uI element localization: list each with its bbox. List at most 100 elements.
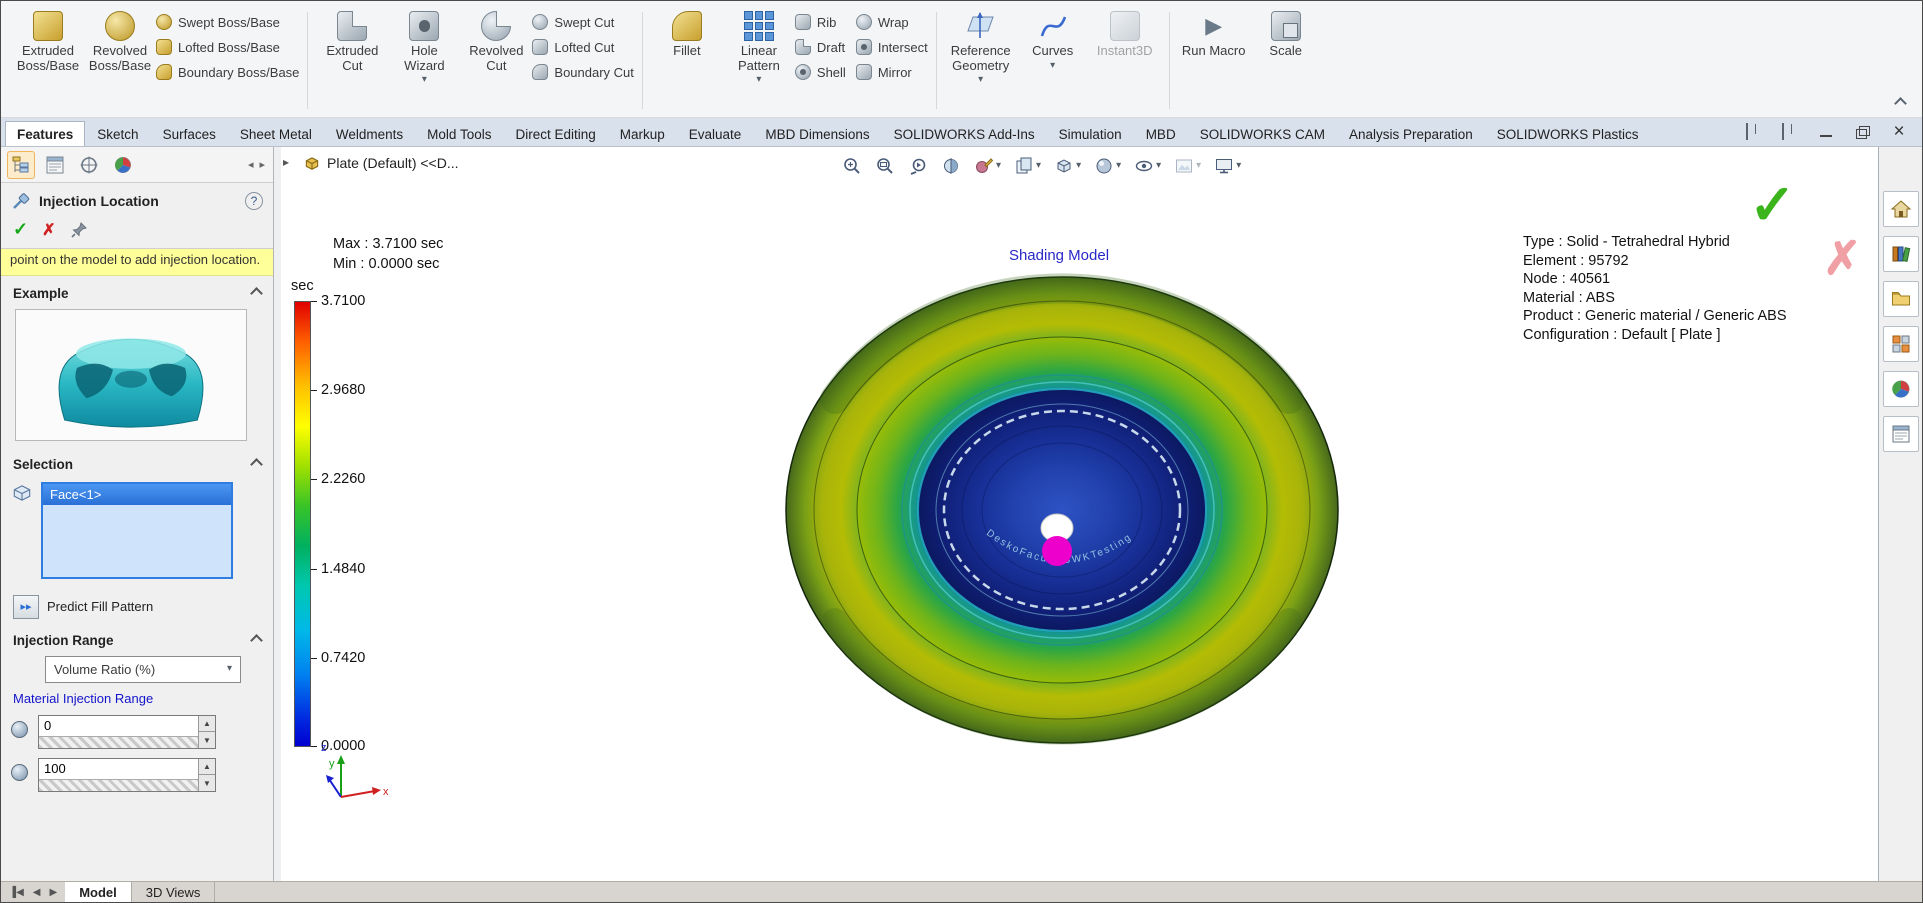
cancel-button[interactable]: ✗ <box>42 220 55 240</box>
range-type-dropdown[interactable]: Volume Ratio (%) ▾ <box>45 655 241 683</box>
revolved-cut-button[interactable]: Revolved Cut <box>460 6 532 75</box>
graphics-viewport[interactable]: DeskoFacultySWKTesting ▸ Plate (Default)… <box>281 147 1878 881</box>
chevron-down-icon[interactable]: ▾ <box>1116 161 1121 171</box>
restore-icon[interactable] <box>1854 124 1872 140</box>
lofted-boss-base-button[interactable]: Lofted Boss/Base <box>156 39 299 55</box>
undock-pane-icon[interactable] <box>1746 123 1748 140</box>
reference-geometry-button[interactable]: Reference Geometry ▾ <box>945 6 1017 86</box>
edit-appearance-button[interactable]: ▾ <box>971 154 1004 178</box>
boundary-boss-base-button[interactable]: Boundary Boss/Base <box>156 64 299 80</box>
range-min-input[interactable] <box>39 715 198 736</box>
minimize-icon[interactable] <box>1818 124 1836 140</box>
run-macro-button[interactable]: ▶ Run Macro <box>1178 6 1250 61</box>
tab-direct-editing[interactable]: Direct Editing <box>503 121 607 146</box>
configuration-manager-tab[interactable] <box>75 151 103 179</box>
selection-section-header[interactable]: Selection <box>1 447 273 478</box>
spin-up-icon[interactable]: ▲ <box>199 715 215 733</box>
collapse-ribbon-icon[interactable] <box>1895 96 1906 107</box>
injection-location-marker[interactable] <box>1042 536 1072 566</box>
tab-mbd[interactable]: MBD <box>1134 121 1188 146</box>
view-orientation-button[interactable]: ▾ <box>1051 154 1084 178</box>
close-icon[interactable]: × <box>1890 122 1908 141</box>
rib-button[interactable]: Rib <box>794 14 846 30</box>
hide-show-items-button[interactable]: ▾ <box>1131 154 1164 178</box>
tab-surfaces[interactable]: Surfaces <box>151 121 228 146</box>
model-tab[interactable]: Model <box>65 882 132 902</box>
instant3d-button[interactable]: Instant3D <box>1089 6 1161 61</box>
chevron-down-icon[interactable]: ▾ <box>996 161 1001 171</box>
apply-scene-button[interactable]: ▾ <box>1171 154 1204 178</box>
collapse-injection-range-icon[interactable] <box>250 634 263 647</box>
plate-model[interactable] <box>785 276 1339 744</box>
selection-listbox-body[interactable] <box>43 505 231 577</box>
view-settings-button[interactable]: ▾ <box>1211 154 1244 178</box>
pin-icon[interactable] <box>70 221 88 239</box>
file-explorer-button[interactable] <box>1882 281 1919 317</box>
example-section-header[interactable]: Example <box>1 276 273 307</box>
swept-boss-base-button[interactable]: Swept Boss/Base <box>156 14 299 30</box>
previous-view-button[interactable] <box>905 154 931 178</box>
range-max-slider[interactable] <box>39 778 198 791</box>
tab-sheet-metal[interactable]: Sheet Metal <box>228 121 324 146</box>
injection-range-section-header[interactable]: Injection Range <box>1 623 273 654</box>
curves-button[interactable]: Curves ▾ <box>1017 6 1089 72</box>
spin-down-icon[interactable]: ▼ <box>199 775 215 791</box>
display-style-button[interactable]: ▾ <box>1091 154 1124 178</box>
dock-pane-icon[interactable] <box>1782 123 1784 140</box>
property-manager-tab[interactable] <box>41 151 69 179</box>
selection-item[interactable]: Face<1> <box>43 483 231 505</box>
chevron-down-icon[interactable]: ▾ <box>1076 161 1081 171</box>
mirror-button[interactable]: Mirror <box>855 64 928 80</box>
help-icon[interactable]: ? <box>245 192 263 210</box>
revolved-boss-base-button[interactable]: Revolved Boss/Base <box>84 6 156 75</box>
tab-markup[interactable]: Markup <box>608 121 677 146</box>
confirm-ok-button[interactable]: ✓ <box>1749 177 1796 233</box>
material-injection-range-link[interactable]: Material Injection Range <box>13 691 273 706</box>
tab-features[interactable]: Features <box>5 121 86 146</box>
tab-scroll-start-icon[interactable]: ▐◀ <box>5 886 28 899</box>
tab-mbd-dimensions[interactable]: MBD Dimensions <box>753 121 881 146</box>
range-min-slider[interactable] <box>39 735 198 748</box>
ok-button[interactable]: ✓ <box>13 219 28 240</box>
draft-button[interactable]: Draft <box>794 39 846 55</box>
chevron-down-icon[interactable]: ▾ <box>1156 161 1161 171</box>
feature-tree-root[interactable]: Plate (Default) <<D... <box>303 154 459 172</box>
zoom-fit-button[interactable] <box>839 154 865 178</box>
wrap-button[interactable]: Wrap <box>855 14 928 30</box>
manager-tab-scroll-left-icon[interactable]: ◂ <box>246 156 256 173</box>
feature-manager-tab[interactable] <box>7 150 35 179</box>
spin-down-icon[interactable]: ▼ <box>199 732 215 748</box>
tab-weldments[interactable]: Weldments <box>324 121 415 146</box>
tab-scroll-left-icon[interactable]: ◀ <box>29 886 45 899</box>
hole-wizard-button[interactable]: Hole Wizard ▾ <box>388 6 460 86</box>
zoom-area-button[interactable] <box>872 154 898 178</box>
chevron-down-icon[interactable]: ▾ <box>1236 161 1241 171</box>
annotation-views-button[interactable]: ▾ <box>1011 154 1044 178</box>
predict-fill-pattern-button[interactable]: ▸▸ Predict Fill Pattern <box>1 585 273 623</box>
confirm-cancel-button[interactable]: ✗ <box>1823 235 1862 281</box>
tab-evaluate[interactable]: Evaluate <box>677 121 754 146</box>
collapse-example-icon[interactable] <box>250 287 263 300</box>
tab-sketch[interactable]: Sketch <box>85 121 150 146</box>
collapse-selection-icon[interactable] <box>250 458 263 471</box>
chevron-down-icon[interactable]: ▾ <box>1036 161 1041 171</box>
tab-simulation[interactable]: Simulation <box>1047 121 1134 146</box>
linear-pattern-dropdown-icon[interactable]: ▾ <box>756 75 761 85</box>
manager-tab-scroll-right-icon[interactable]: ▸ <box>257 156 267 173</box>
custom-properties-button[interactable] <box>1882 416 1919 452</box>
display-manager-tab[interactable] <box>109 151 137 179</box>
shell-button[interactable]: Shell <box>794 64 846 80</box>
tab-solidworks-add-ins[interactable]: SOLIDWORKS Add-Ins <box>882 121 1047 146</box>
curves-dropdown-icon[interactable]: ▾ <box>1050 60 1055 70</box>
spin-up-icon[interactable]: ▲ <box>199 758 215 776</box>
tab-scroll-right-icon[interactable]: ▶ <box>45 886 61 899</box>
extruded-boss-base-button[interactable]: Extruded Boss/Base <box>12 6 84 75</box>
intersect-button[interactable]: Intersect <box>855 39 928 55</box>
appearances-scenes-button[interactable] <box>1882 371 1919 407</box>
extruded-cut-button[interactable]: Extruded Cut <box>316 6 388 75</box>
boundary-cut-button[interactable]: Boundary Cut <box>532 64 634 80</box>
solidworks-resources-button[interactable] <box>1882 191 1919 227</box>
lofted-cut-button[interactable]: Lofted Cut <box>532 39 634 55</box>
reference-geometry-dropdown-icon[interactable]: ▾ <box>978 75 983 85</box>
design-library-button[interactable] <box>1882 236 1919 272</box>
